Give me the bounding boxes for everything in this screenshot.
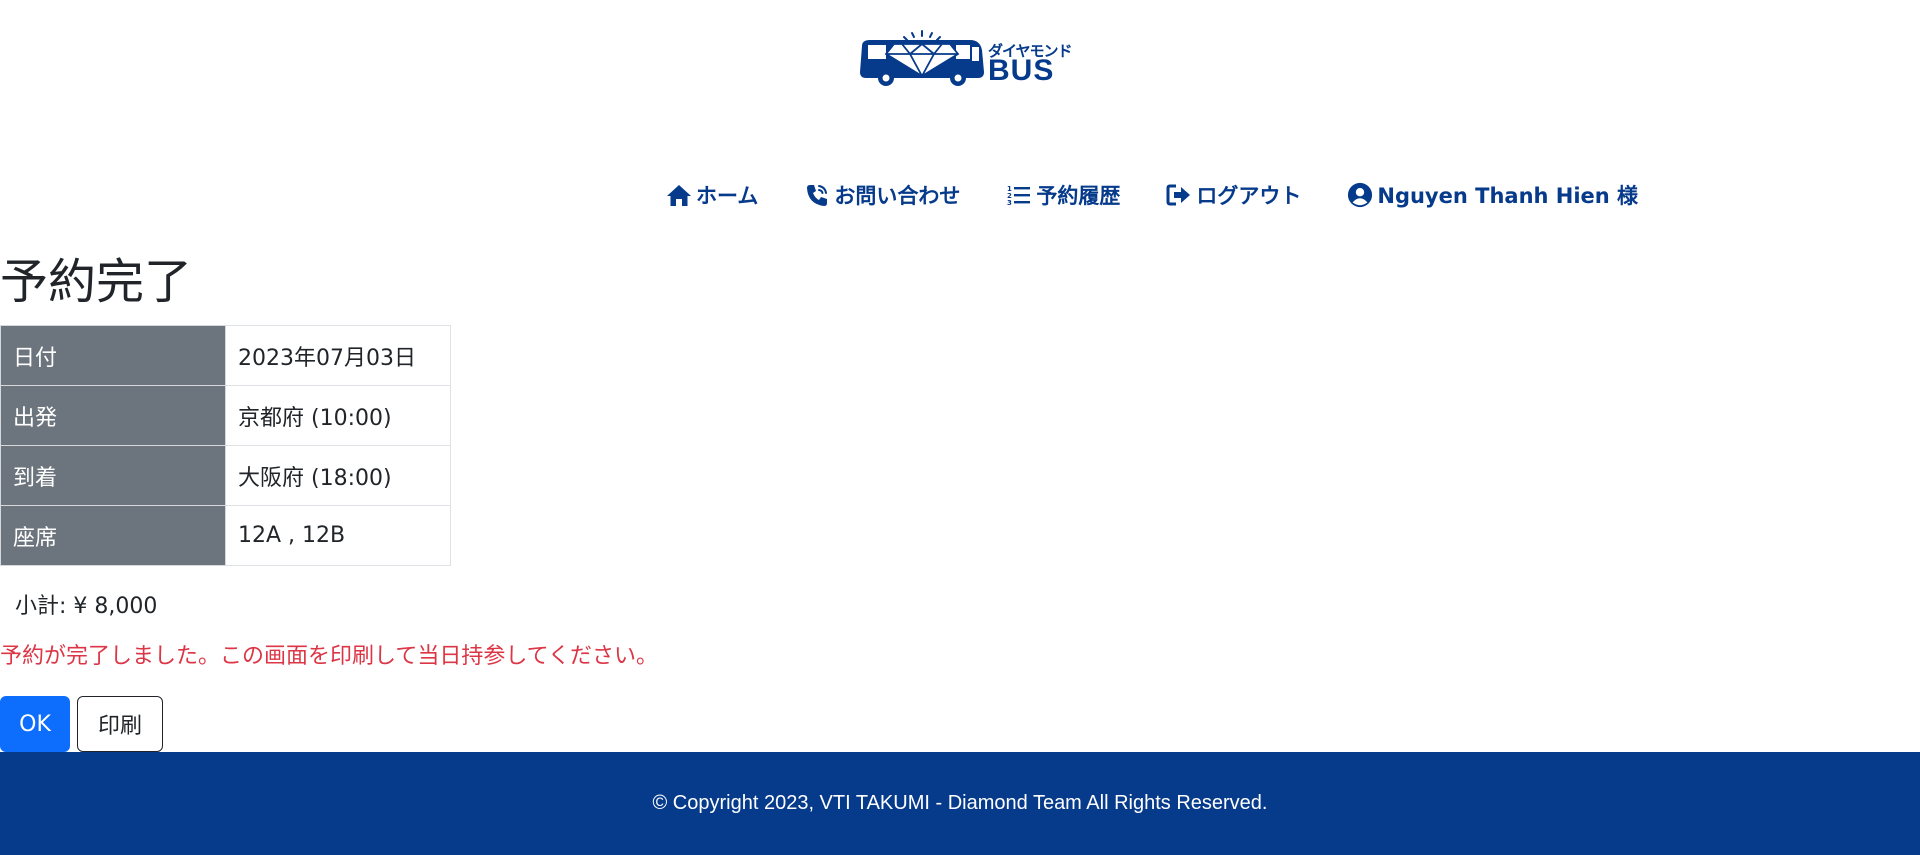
row-value-date: 2023年07月03日 (225, 325, 451, 386)
header: ダイヤモンド BUS ホーム お問い合わせ 1 2 3 予約履歴 ログアウト N… (0, 0, 1920, 245)
main-nav: ホーム お問い合わせ 1 2 3 予約履歴 ログアウト Nguyen Thanh… (666, 178, 1638, 212)
nav-history-label: 予約履歴 (1036, 184, 1121, 208)
table-row: 出発 京都府 (10:00) (0, 385, 451, 446)
row-value-departure: 京都府 (10:00) (225, 385, 451, 446)
row-label-departure: 出発 (0, 385, 226, 446)
nav-history[interactable]: 1 2 3 予約履歴 (1006, 180, 1120, 210)
table-row: 到着 大阪府 (18:00) (0, 445, 451, 506)
user-circle-icon (1347, 182, 1373, 208)
reservation-table: 日付 2023年07月03日 出発 京都府 (10:00) 到着 大阪府 (18… (0, 325, 451, 566)
nav-user-label: Nguyen Thanh Hien 様 (1377, 184, 1639, 208)
nav-home[interactable]: ホーム (666, 180, 758, 210)
diamond-bus-icon (860, 30, 984, 86)
copyright-text: © Copyright 2023, VTI TAKUMI - Diamond T… (652, 792, 1268, 814)
phone-icon (804, 182, 830, 208)
ok-button[interactable]: OK (0, 696, 70, 752)
page-title: 予約完了 (0, 254, 193, 310)
print-button[interactable]: 印刷 (77, 696, 163, 752)
nav-home-label: ホーム (696, 184, 759, 208)
row-label-seat: 座席 (0, 505, 226, 566)
nav-contact-label: お問い合わせ (834, 184, 961, 208)
table-row: 座席 12A , 12B (0, 505, 451, 566)
footer: © Copyright 2023, VTI TAKUMI - Diamond T… (0, 752, 1920, 855)
row-value-arrival: 大阪府 (18:00) (225, 445, 451, 506)
svg-text:3: 3 (1007, 199, 1012, 207)
completion-message: 予約が完了しました。この画面を印刷して当日持参してください。 (0, 644, 659, 669)
logo-text: BUS (988, 54, 1055, 87)
home-icon (666, 182, 692, 208)
row-value-seat: 12A , 12B (225, 505, 451, 566)
logout-icon (1166, 182, 1192, 208)
table-row: 日付 2023年07月03日 (0, 325, 451, 386)
list-ordered-icon: 1 2 3 (1006, 182, 1032, 208)
subtotal: 小計: ¥ 8,000 (15, 594, 158, 619)
row-label-arrival: 到着 (0, 445, 226, 506)
row-label-date: 日付 (0, 325, 226, 386)
nav-logout[interactable]: ログアウト (1166, 180, 1301, 210)
nav-logout-label: ログアウト (1196, 184, 1302, 208)
nav-contact[interactable]: お問い合わせ (804, 180, 960, 210)
nav-user[interactable]: Nguyen Thanh Hien 様 (1347, 180, 1638, 210)
brand-logo[interactable]: ダイヤモンド BUS (858, 28, 1073, 88)
